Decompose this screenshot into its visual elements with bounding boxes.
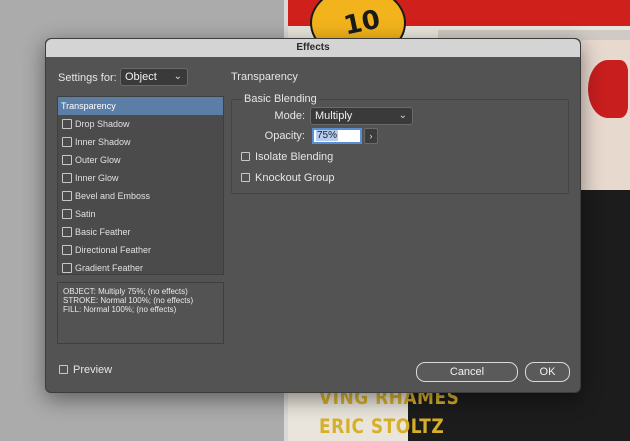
poster-credit-line: ERIC STOLTZ (319, 415, 445, 439)
effect-list: Transparency Drop Shadow Inner Shadow Ou… (57, 96, 224, 275)
effect-item-label: Drop Shadow (75, 119, 130, 129)
checkbox[interactable] (62, 227, 72, 237)
mode-label: Mode: (274, 110, 305, 122)
effect-item-outer-glow[interactable]: Outer Glow (58, 151, 223, 169)
basic-blending-title: Basic Blending (242, 93, 319, 105)
effect-item-label: Directional Feather (75, 245, 152, 255)
effect-item-inner-shadow[interactable]: Inner Shadow (58, 133, 223, 151)
effect-item-label: Bevel and Emboss (75, 191, 151, 201)
effect-item-label: Inner Glow (75, 173, 119, 183)
effect-item-label: Basic Feather (75, 227, 131, 237)
checkbox[interactable] (62, 173, 72, 183)
summary-line: STROKE: Normal 100%; (no effects) (63, 296, 194, 305)
section-title: Transparency (231, 71, 298, 83)
preview-checkbox[interactable] (59, 365, 68, 374)
preview-label: Preview (73, 364, 113, 376)
effect-item-gradient-feather[interactable]: Gradient Feather (58, 259, 223, 277)
effect-item-directional-feather[interactable]: Directional Feather (58, 241, 223, 259)
checkbox[interactable] (62, 137, 72, 147)
knockout-group-label: Knockout Group (255, 172, 335, 184)
effects-dialog: Effects Settings for: Object ⌄ Transpare… (45, 38, 581, 393)
poster-lips (588, 60, 628, 118)
isolate-blending-label: Isolate Blending (255, 151, 334, 163)
checkbox[interactable] (62, 245, 72, 255)
effect-item-label: Outer Glow (75, 155, 121, 165)
settings-for-label: Settings for: (58, 72, 117, 84)
chevron-down-icon: ⌄ (398, 110, 407, 121)
effect-item-label: Transparency (61, 101, 116, 111)
settings-for-dropdown[interactable]: Object ⌄ (120, 68, 188, 86)
opacity-label: Opacity: (264, 130, 305, 142)
effects-summary: OBJECT: Multiply 75%; (no effects) STROK… (57, 282, 224, 344)
effect-item-label: Satin (75, 209, 96, 219)
effect-item-basic-feather[interactable]: Basic Feather (58, 223, 223, 241)
chevron-right-icon: › (369, 131, 373, 141)
blend-mode-value: Multiply (315, 110, 353, 122)
effect-item-drop-shadow[interactable]: Drop Shadow (58, 115, 223, 133)
blend-mode-dropdown[interactable]: Multiply ⌄ (310, 107, 413, 125)
checkbox[interactable] (62, 119, 72, 129)
summary-line: OBJECT: Multiply 75%; (no effects) (63, 287, 188, 296)
summary-line: FILL: Normal 100%; (no effects) (63, 305, 177, 314)
effect-item-satin[interactable]: Satin (58, 205, 223, 223)
dialog-title[interactable]: Effects (46, 39, 580, 57)
checkbox[interactable] (62, 155, 72, 165)
settings-for-value: Object (125, 71, 157, 83)
opacity-value: 75% (316, 130, 339, 141)
ok-button[interactable]: OK (525, 362, 570, 382)
cancel-button[interactable]: Cancel (416, 362, 518, 382)
knockout-group-checkbox[interactable] (241, 173, 250, 182)
isolate-blending-checkbox[interactable] (241, 152, 250, 161)
effect-item-transparency[interactable]: Transparency (58, 97, 223, 115)
effect-item-bevel-and-emboss[interactable]: Bevel and Emboss (58, 187, 223, 205)
checkbox[interactable] (62, 263, 72, 273)
checkbox[interactable] (62, 209, 72, 219)
opacity-slider-button[interactable]: › (364, 128, 378, 144)
effect-item-inner-glow[interactable]: Inner Glow (58, 169, 223, 187)
checkbox[interactable] (62, 191, 72, 201)
effect-item-label: Gradient Feather (75, 263, 144, 273)
opacity-input[interactable]: 75% (312, 128, 362, 144)
effect-item-label: Inner Shadow (75, 137, 131, 147)
chevron-down-icon: ⌄ (173, 71, 182, 82)
